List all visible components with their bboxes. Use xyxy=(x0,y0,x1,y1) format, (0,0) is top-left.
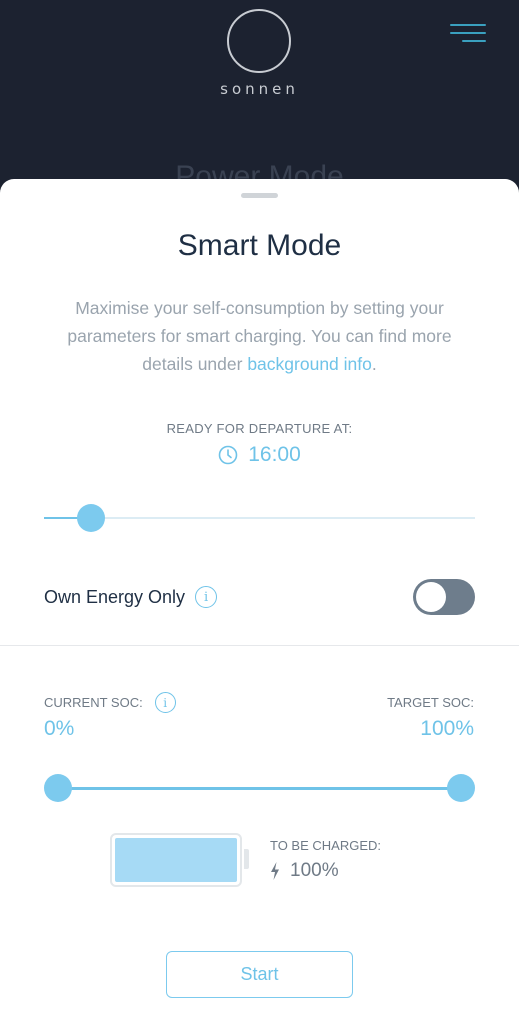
battery-tip xyxy=(244,849,249,869)
departure-slider-track xyxy=(44,517,475,519)
departure-time[interactable]: 16:00 xyxy=(0,443,519,467)
target-soc-knob[interactable] xyxy=(447,774,475,802)
sheet-description: Maximise your self-consumption by settin… xyxy=(40,294,479,378)
departure-time-value: 16:00 xyxy=(248,443,301,466)
smart-mode-sheet: Smart Mode Maximise your self-consumptio… xyxy=(0,179,519,1024)
own-energy-toggle[interactable] xyxy=(413,579,475,615)
to-be-charged-value: 100% xyxy=(290,860,339,881)
menu-icon[interactable] xyxy=(450,22,488,46)
to-be-charged-value-row: 100% xyxy=(270,860,339,882)
bolt-icon xyxy=(271,862,279,880)
to-be-charged-label: TO BE CHARGED: xyxy=(270,838,382,853)
own-energy-label: Own Energy Only xyxy=(44,586,186,607)
current-soc-label-row: CURRENT SOC: i xyxy=(44,692,176,713)
departure-label: READY FOR DEPARTURE AT: xyxy=(166,421,353,436)
current-soc-knob[interactable] xyxy=(44,774,72,802)
departure-time-slider[interactable] xyxy=(44,501,475,535)
soc-range-slider[interactable] xyxy=(44,773,475,803)
description-suffix: . xyxy=(371,354,377,374)
sheet-drag-handle[interactable] xyxy=(241,193,278,198)
sonnen-logo-icon xyxy=(227,9,291,73)
battery-icon xyxy=(110,833,242,887)
target-soc-value: 100% xyxy=(420,717,474,740)
target-soc-label: TARGET SOC: xyxy=(387,695,474,710)
soc-info-icon[interactable]: i xyxy=(154,692,176,713)
current-soc-value: 0% xyxy=(44,717,75,740)
toggle-knob xyxy=(416,582,446,612)
own-energy-row: Own Energy Only i xyxy=(44,577,475,617)
start-button[interactable]: Start xyxy=(166,951,353,998)
current-soc-label: CURRENT SOC: xyxy=(44,695,143,710)
app-header: sonnen Power Mode xyxy=(0,0,519,193)
battery-fill xyxy=(115,838,237,882)
clock-icon xyxy=(218,445,238,465)
sheet-title: Smart Mode xyxy=(177,229,342,262)
info-icon[interactable]: i xyxy=(195,586,218,608)
section-divider xyxy=(0,645,519,646)
background-info-link[interactable]: background info xyxy=(247,354,372,374)
logo-text: sonnen xyxy=(220,80,299,98)
soc-range-track xyxy=(58,787,461,790)
departure-slider-knob[interactable] xyxy=(77,504,106,532)
